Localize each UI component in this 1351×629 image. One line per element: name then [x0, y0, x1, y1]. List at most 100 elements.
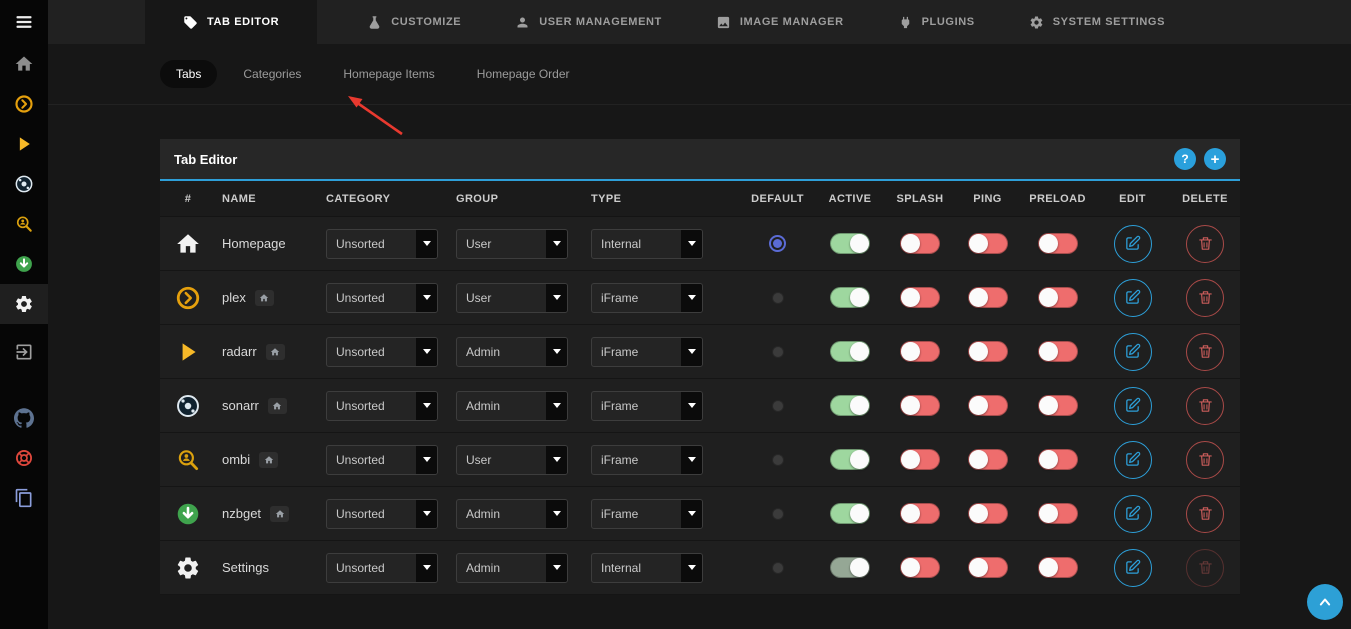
panel-title: Tab Editor: [174, 152, 1166, 167]
category-select[interactable]: Unsorted: [326, 391, 438, 421]
active-toggle[interactable]: [830, 395, 870, 416]
preload-toggle[interactable]: [1038, 287, 1078, 308]
type-select[interactable]: iFrame: [591, 445, 703, 475]
type-select[interactable]: iFrame: [591, 283, 703, 313]
group-select[interactable]: User: [456, 283, 568, 313]
category-select[interactable]: Unsorted: [326, 445, 438, 475]
edit-button[interactable]: [1114, 333, 1152, 371]
sidebar-item-docs[interactable]: [0, 478, 48, 518]
tab-tab-editor[interactable]: TAB EDITOR: [145, 0, 317, 44]
sidebar-item-ombi[interactable]: [0, 204, 48, 244]
group-select[interactable]: User: [456, 445, 568, 475]
preload-toggle[interactable]: [1038, 233, 1078, 254]
preload-toggle[interactable]: [1038, 449, 1078, 470]
ping-toggle[interactable]: [968, 233, 1008, 254]
scroll-to-top-button[interactable]: [1307, 584, 1343, 620]
active-toggle[interactable]: [830, 449, 870, 470]
sidebar-item-github[interactable]: [0, 398, 48, 438]
preload-toggle[interactable]: [1038, 557, 1078, 578]
plex-icon: [14, 94, 34, 114]
active-toggle[interactable]: [830, 503, 870, 524]
delete-button[interactable]: [1186, 333, 1224, 371]
delete-button[interactable]: [1186, 387, 1224, 425]
edit-button[interactable]: [1114, 387, 1152, 425]
delete-button[interactable]: [1186, 549, 1224, 587]
tab-user-management[interactable]: USER MANAGEMENT: [493, 0, 684, 44]
splash-toggle[interactable]: [900, 503, 940, 524]
active-toggle[interactable]: [830, 341, 870, 362]
add-tab-button[interactable]: +: [1204, 148, 1226, 170]
ping-toggle[interactable]: [968, 557, 1008, 578]
group-select[interactable]: Admin: [456, 337, 568, 367]
sidebar-item-plex[interactable]: [0, 84, 48, 124]
type-select[interactable]: Internal: [591, 229, 703, 259]
active-toggle[interactable]: [830, 233, 870, 254]
tab-image-manager[interactable]: IMAGE MANAGER: [694, 0, 866, 44]
active-toggle[interactable]: [830, 287, 870, 308]
ping-toggle[interactable]: [968, 503, 1008, 524]
edit-button[interactable]: [1114, 225, 1152, 263]
tab-system-settings[interactable]: SYSTEM SETTINGS: [1007, 0, 1187, 44]
delete-button[interactable]: [1186, 441, 1224, 479]
type-select[interactable]: iFrame: [591, 499, 703, 529]
delete-button[interactable]: [1186, 225, 1224, 263]
default-radio[interactable]: [772, 400, 784, 412]
default-radio[interactable]: [772, 508, 784, 520]
tab-customize[interactable]: CUSTOMIZE: [345, 0, 483, 44]
preload-toggle[interactable]: [1038, 395, 1078, 416]
category-select[interactable]: Unsorted: [326, 337, 438, 367]
subnav-pill-homepage-order[interactable]: Homepage Order: [461, 60, 586, 88]
splash-toggle[interactable]: [900, 557, 940, 578]
menu-toggle-button[interactable]: [0, 0, 48, 44]
sidebar-item-homepage[interactable]: [0, 44, 48, 84]
splash-toggle[interactable]: [900, 287, 940, 308]
sidebar-item-radarr[interactable]: [0, 124, 48, 164]
help-button[interactable]: ?: [1174, 148, 1196, 170]
default-radio[interactable]: [772, 346, 784, 358]
category-select[interactable]: Unsorted: [326, 283, 438, 313]
edit-button[interactable]: [1114, 279, 1152, 317]
subnav-pill-tabs[interactable]: Tabs: [160, 60, 217, 88]
ping-toggle[interactable]: [968, 341, 1008, 362]
default-radio[interactable]: [772, 562, 784, 574]
logout-button[interactable]: [0, 332, 48, 372]
sidebar-item-nzbget[interactable]: [0, 244, 48, 284]
logout-icon: [14, 342, 34, 362]
tab-plugins[interactable]: PLUGINS: [876, 0, 997, 44]
delete-button[interactable]: [1186, 279, 1224, 317]
sidebar-item-settings[interactable]: [0, 284, 48, 324]
type-select[interactable]: iFrame: [591, 337, 703, 367]
ping-toggle[interactable]: [968, 449, 1008, 470]
type-select[interactable]: iFrame: [591, 391, 703, 421]
edit-button[interactable]: [1114, 441, 1152, 479]
group-select[interactable]: Admin: [456, 499, 568, 529]
edit-button[interactable]: [1114, 495, 1152, 533]
subnav-pill-homepage-items[interactable]: Homepage Items: [327, 60, 450, 88]
edit-button[interactable]: [1114, 549, 1152, 587]
plex-tab-icon: [160, 285, 216, 311]
ping-toggle[interactable]: [968, 287, 1008, 308]
category-select[interactable]: Unsorted: [326, 499, 438, 529]
preload-toggle[interactable]: [1038, 503, 1078, 524]
active-toggle[interactable]: [830, 557, 870, 578]
ping-toggle[interactable]: [968, 395, 1008, 416]
delete-button[interactable]: [1186, 495, 1224, 533]
splash-toggle[interactable]: [900, 395, 940, 416]
type-select[interactable]: Internal: [591, 553, 703, 583]
splash-toggle[interactable]: [900, 341, 940, 362]
category-select[interactable]: Unsorted: [326, 229, 438, 259]
sidebar-item-sonarr[interactable]: [0, 164, 48, 204]
sidebar-item-support[interactable]: [0, 438, 48, 478]
default-radio[interactable]: [772, 454, 784, 466]
group-select[interactable]: Admin: [456, 553, 568, 583]
group-select[interactable]: User: [456, 229, 568, 259]
chevron-down-icon: [416, 392, 437, 420]
default-radio[interactable]: [769, 235, 786, 252]
category-select[interactable]: Unsorted: [326, 553, 438, 583]
splash-toggle[interactable]: [900, 233, 940, 254]
splash-toggle[interactable]: [900, 449, 940, 470]
default-radio[interactable]: [772, 292, 784, 304]
preload-toggle[interactable]: [1038, 341, 1078, 362]
group-select[interactable]: Admin: [456, 391, 568, 421]
subnav-pill-categories[interactable]: Categories: [227, 60, 317, 88]
